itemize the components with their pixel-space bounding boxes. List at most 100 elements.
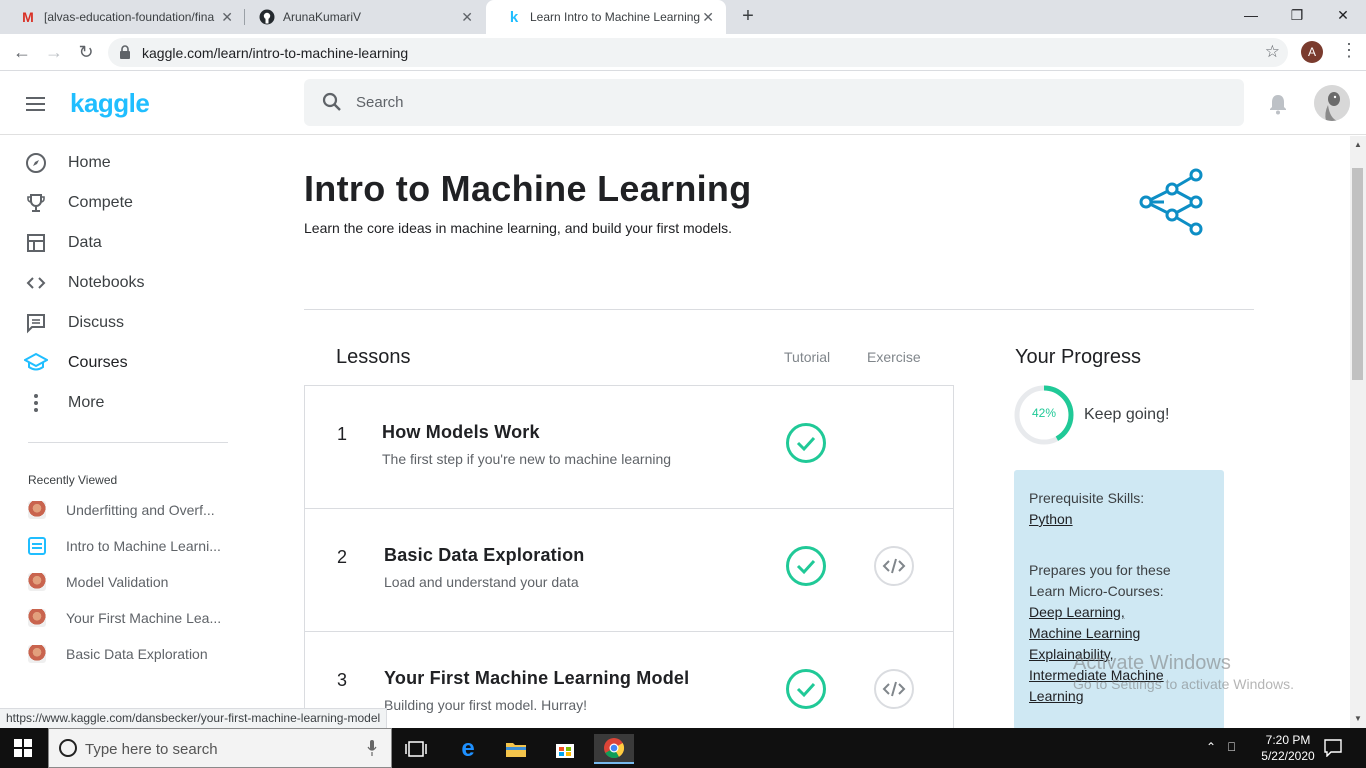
lesson-description: Building your first model. Hurray! <box>384 697 588 713</box>
taskbar-search-placeholder: Type here to search <box>85 741 218 758</box>
file-explorer-icon[interactable] <box>496 734 536 764</box>
progress-percent: 42% <box>1031 406 1057 420</box>
author-avatar-icon <box>28 609 46 627</box>
scroll-up-arrow-icon[interactable]: ▲ <box>1354 140 1362 149</box>
browser-tabstrip: M [alvas-education-foundation/fina ✕ Aru… <box>0 0 1366 34</box>
microphone-icon[interactable] <box>367 740 377 756</box>
page-title: Intro to Machine Learning <box>304 168 752 209</box>
progress-heading: Your Progress <box>1015 346 1141 368</box>
recently-viewed-item[interactable]: Underfitting and Overf... <box>28 500 215 520</box>
recently-viewed-label: Underfitting and Overf... <box>66 502 215 518</box>
notifications-icon[interactable] <box>1324 739 1342 757</box>
lesson-title[interactable]: How Models Work <box>382 422 540 443</box>
sidebar-item-compete[interactable]: Compete <box>24 188 133 218</box>
chrome-icon[interactable] <box>594 734 634 764</box>
browser-tab-kaggle[interactable]: k Learn Intro to Machine Learning ✕ <box>486 0 726 34</box>
lessons-list: 1 How Models Work The first step if you'… <box>304 385 954 755</box>
user-avatar[interactable] <box>1314 85 1350 121</box>
sidebar-item-label: Notebooks <box>68 274 145 291</box>
minimize-button[interactable]: — <box>1228 4 1274 26</box>
course-icon <box>28 537 46 555</box>
tutorial-complete-check-icon[interactable] <box>785 422 827 464</box>
exercise-code-icon[interactable] <box>873 545 915 587</box>
sidebar-item-notebooks[interactable]: Notebooks <box>24 268 145 298</box>
prereq-link-python[interactable]: Python <box>1029 509 1209 530</box>
code-icon <box>24 271 48 295</box>
lesson-row[interactable]: 1 How Models Work The first step if you'… <box>305 386 953 509</box>
restore-button[interactable]: ❐ <box>1274 4 1320 26</box>
tab-title: [alvas-education-foundation/fina <box>44 10 215 24</box>
forward-button[interactable]: → <box>42 40 66 64</box>
sidebar-divider <box>28 442 228 443</box>
search-bar[interactable] <box>304 79 1244 126</box>
windows-start-icon[interactable] <box>14 739 32 757</box>
search-icon <box>322 92 341 111</box>
search-input[interactable] <box>356 91 1156 113</box>
browser-menu-icon[interactable]: ⋮ <box>1340 40 1358 61</box>
bookmark-star-icon[interactable]: ☆ <box>1265 42 1280 62</box>
more-vert-icon <box>24 391 48 415</box>
task-view-icon[interactable] <box>396 734 436 764</box>
clock-date: 5/22/2020 <box>1261 749 1315 763</box>
hamburger-menu-icon[interactable] <box>26 97 45 111</box>
sidebar-item-data[interactable]: Data <box>24 228 102 258</box>
scrollbar-thumb[interactable] <box>1352 168 1363 380</box>
tutorial-complete-check-icon[interactable] <box>785 545 827 587</box>
profile-avatar[interactable]: A <box>1301 41 1323 63</box>
lesson-title[interactable]: Basic Data Exploration <box>384 545 584 566</box>
close-tab-icon[interactable]: ✕ <box>221 9 233 26</box>
taskbar-search-box[interactable]: Type here to search <box>48 728 392 768</box>
browser-tab-github[interactable]: ArunaKumariV ✕ <box>239 0 485 34</box>
sidebar-item-home[interactable]: Home <box>24 148 111 178</box>
sidebar-item-label: Discuss <box>68 314 125 331</box>
address-bar[interactable]: kaggle.com/learn/intro-to-machine-learni… <box>108 38 1288 67</box>
exercise-code-icon[interactable] <box>873 668 915 710</box>
browser-tab-gmail[interactable]: M [alvas-education-foundation/fina ✕ <box>0 0 245 34</box>
tab-title: Learn Intro to Machine Learning <box>530 10 701 24</box>
edge-browser-icon[interactable]: e <box>448 734 488 764</box>
school-icon <box>24 351 48 375</box>
show-hidden-icons-icon[interactable]: ⌃ <box>1206 740 1216 754</box>
lesson-row[interactable]: 2 Basic Data Exploration Load and unders… <box>305 509 953 632</box>
store-icon[interactable] <box>545 734 585 764</box>
close-window-button[interactable]: ✕ <box>1320 4 1366 26</box>
network-icon[interactable]: ⎕ <box>1228 740 1235 755</box>
lesson-title[interactable]: Your First Machine Learning Model <box>384 668 689 689</box>
compass-icon <box>24 151 48 175</box>
kaggle-logo[interactable]: kaggle <box>70 88 150 119</box>
reload-button[interactable]: ↻ <box>74 40 98 64</box>
recently-viewed-label: Intro to Machine Learni... <box>66 538 221 554</box>
page-scrollbar[interactable]: ▲ ▼ <box>1350 136 1366 728</box>
notification-bell-icon[interactable] <box>1268 93 1288 115</box>
recently-viewed-item[interactable]: Your First Machine Lea... <box>28 608 221 628</box>
author-avatar-icon <box>28 501 46 519</box>
clock-time: 7:20 PM <box>1265 733 1311 747</box>
close-tab-icon[interactable]: ✕ <box>461 9 473 26</box>
url-text: kaggle.com/learn/intro-to-machine-learni… <box>142 45 409 61</box>
tutorial-complete-check-icon[interactable] <box>785 668 827 710</box>
close-tab-icon[interactable]: ✕ <box>702 9 714 26</box>
lesson-number: 2 <box>337 547 348 567</box>
github-icon <box>259 9 275 25</box>
sidebar-item-courses[interactable]: Courses <box>24 348 128 378</box>
tutorial-column-header: Tutorial <box>784 349 831 365</box>
course-link-deep-learning[interactable]: Deep Learning, <box>1029 602 1209 623</box>
sidebar-item-discuss[interactable]: Discuss <box>24 308 124 338</box>
table-icon <box>24 231 48 255</box>
sidebar-item-more[interactable]: More <box>24 388 104 418</box>
recently-viewed-item[interactable]: Model Validation <box>28 572 168 592</box>
back-button[interactable]: ← <box>10 40 34 64</box>
lesson-description: The first step if you're new to machine … <box>382 451 672 467</box>
gmail-icon: M <box>22 9 34 25</box>
activate-windows-subtitle: Go to Settings to activate Windows. <box>1073 676 1294 692</box>
scroll-down-arrow-icon[interactable]: ▼ <box>1354 714 1362 723</box>
comment-icon <box>24 311 48 335</box>
recently-viewed-item[interactable]: Basic Data Exploration <box>28 644 208 664</box>
browser-toolbar: ← → ↻ kaggle.com/learn/intro-to-machine-… <box>0 34 1366 71</box>
recently-viewed-title: Recently Viewed <box>28 473 118 487</box>
kaggle-icon: k <box>509 8 519 26</box>
taskbar-clock[interactable]: 7:20 PM 5/22/2020 <box>1258 732 1318 764</box>
recently-viewed-item[interactable]: Intro to Machine Learni... <box>28 536 221 556</box>
prereq-label: Prerequisite Skills: <box>1029 490 1145 506</box>
new-tab-button[interactable]: + <box>737 5 759 27</box>
